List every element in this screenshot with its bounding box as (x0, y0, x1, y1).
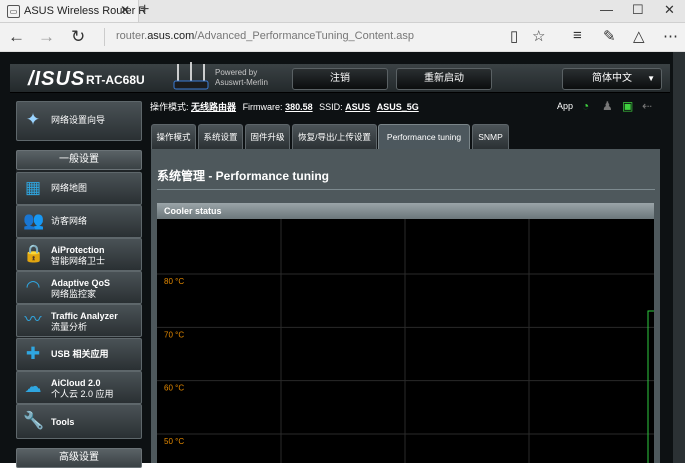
y-tick-label: 50 °C (164, 437, 184, 446)
url-field[interactable]: router.asus.com/Advanced_PerformanceTuni… (116, 30, 414, 42)
ssid-label: SSID: (319, 102, 343, 112)
back-arrow-icon[interactable]: ← (8, 27, 25, 47)
sidebar-item-aiprotection[interactable]: 🔒 AiProtection 智能网络卫士 (16, 238, 142, 271)
url-prefix: router. (116, 30, 148, 42)
chevron-down-icon: ▼ (647, 74, 655, 83)
sidebar-item-tools[interactable]: 🔧 Tools (16, 404, 142, 439)
sidebar-item-label: USB 相关应用 (51, 349, 109, 359)
cloud-icon: ☁ (24, 377, 42, 396)
share-icon[interactable]: △ (633, 27, 645, 45)
sidebar-item-label: AiCloud 2.0 (51, 378, 101, 388)
status-row: 操作模式: 无线路由器 Firmware: 380.58 SSID: ASUS … (150, 100, 423, 113)
clients-icon[interactable]: ♟ (602, 99, 613, 113)
router-favicon-icon: ▭ (7, 5, 20, 18)
sidebar-item-aicloud[interactable]: ☁ AiCloud 2.0 个人云 2.0 应用 (16, 371, 142, 404)
web-note-icon[interactable]: ✎ (603, 27, 616, 45)
refresh-icon[interactable]: ↻ (71, 27, 85, 47)
sidebar-item-sublabel: 个人云 2.0 应用 (51, 389, 114, 399)
sidebar-item-adaptive-qos[interactable]: ◠ Adaptive QoS 网络监控家 (16, 271, 142, 304)
general-settings-header: 一般设置 (16, 150, 142, 170)
quick-setup-button[interactable]: ✦ 网络设置向导 (16, 101, 142, 141)
router-icon (173, 62, 209, 90)
temperature-trace (647, 310, 654, 463)
puzzle-icon: ✚ (25, 344, 41, 363)
quick-setup-label: 网络设置向导 (51, 115, 106, 125)
app-link[interactable]: App (557, 101, 573, 111)
sidebar-item-label: Traffic Analyzer (51, 311, 118, 321)
firmware-value[interactable]: 380.58 (285, 102, 313, 112)
close-window-button[interactable]: ✕ (664, 2, 675, 18)
reboot-button[interactable]: 重新启动 (396, 68, 492, 90)
reading-view-icon[interactable]: ▯ (510, 27, 518, 45)
network-map-icon: ▦ (24, 178, 42, 197)
sidebar-item-label: AiProtection (51, 245, 105, 255)
tab-performance-tuning[interactable]: Performance tuning (378, 124, 470, 149)
tab-close-icon[interactable]: ✕ (120, 3, 130, 17)
tab-restore-save-upload[interactable]: 恢复/导出/上传设置 (292, 124, 377, 149)
sidebar-item-label: 网络地图 (51, 183, 88, 193)
wrench-icon: 🔧 (23, 411, 45, 430)
tab-operation-mode[interactable]: 操作模式 (151, 124, 196, 149)
powered-line2: Asuswrt-Merlin (215, 78, 268, 87)
y-tick-label: 70 °C (164, 330, 184, 339)
sidebar-item-usb[interactable]: ✚ USB 相关应用 (16, 338, 142, 371)
minimize-button[interactable]: — (600, 2, 613, 17)
sidebar-item-sublabel: 流量分析 (51, 322, 88, 332)
powered-by: Powered by Asuswrt-Merlin (215, 68, 268, 88)
router-model: RT-AC68U (86, 73, 145, 87)
firmware-label: Firmware: (242, 102, 283, 112)
powered-line1: Powered by (215, 68, 258, 77)
logout-button[interactable]: 注销 (292, 68, 388, 90)
sidebar-item-traffic-analyzer[interactable]: 〰 Traffic Analyzer 流量分析 (16, 304, 142, 337)
cooler-status-header: Cooler status (157, 203, 654, 219)
address-separator (104, 28, 105, 46)
sidebar-item-sublabel: 智能网络卫士 (51, 256, 106, 266)
sidebar-item-label: Tools (51, 417, 75, 427)
sidebar-item-network-map[interactable]: ▦ 网络地图 (16, 172, 142, 205)
traffic-chart-icon: 〰 (24, 310, 42, 329)
asus-logo: /ISUS (28, 68, 86, 90)
lock-icon: 🔒 (23, 244, 45, 263)
tab-system[interactable]: 系统设置 (198, 124, 243, 149)
y-tick-label: 80 °C (164, 277, 184, 286)
temperature-chart: 80 °C 70 °C 60 °C 50 °C (157, 219, 654, 463)
tab-snmp[interactable]: SNMP (472, 124, 509, 149)
mode-value[interactable]: 无线路由器 (191, 102, 236, 112)
hub-icon[interactable]: ≡ (573, 27, 582, 44)
y-tick-label: 60 °C (164, 384, 184, 393)
title-divider (157, 189, 655, 190)
more-icon[interactable]: ⋯ (663, 27, 678, 45)
ssid-2g[interactable]: ASUS (345, 102, 370, 112)
monitor-icon[interactable]: ▣ (622, 99, 633, 113)
url-domain: asus.com (147, 30, 195, 42)
usb-icon[interactable]: ⇠ (642, 99, 652, 113)
wifi-icon[interactable]: ◔ (582, 99, 589, 113)
sidebar-item-sublabel: 网络监控家 (51, 289, 97, 299)
temperature-chart-svg: 80 °C 70 °C 60 °C 50 °C (157, 219, 654, 463)
sidebar-item-label: Adaptive QoS (51, 278, 111, 288)
cooler-status-label: Cooler status (164, 206, 222, 216)
mode-label: 操作模式: (150, 102, 189, 112)
browser-tab[interactable]: ▭ ASUS Wireless Router R ✕ (0, 0, 146, 22)
gauge-icon: ◠ (25, 277, 41, 296)
page-title: 系统管理 - Performance tuning (157, 169, 330, 183)
sidebar-item-guest-network[interactable]: 👥 访客网络 (16, 205, 142, 238)
ssid-5g[interactable]: ASUS_5G (377, 102, 419, 112)
new-tab-button[interactable]: + (140, 1, 149, 19)
guest-network-icon: 👥 (23, 211, 45, 230)
advanced-settings-header: 高级设置 (16, 448, 142, 468)
wand-icon: ✦ (25, 110, 41, 129)
maximize-button[interactable]: ☐ (632, 2, 644, 18)
page-scrollbar[interactable] (673, 52, 685, 463)
forward-arrow-icon[interactable]: → (38, 27, 55, 47)
language-select[interactable]: 简体中文 ▼ (562, 68, 662, 90)
tab-firmware-upgrade[interactable]: 固件升级 (245, 124, 290, 149)
language-value: 简体中文 (592, 73, 632, 84)
sidebar-item-label: 访客网络 (51, 216, 88, 226)
url-path: /Advanced_PerformanceTuning_Content.asp (194, 30, 414, 42)
favorite-star-icon[interactable]: ☆ (532, 27, 545, 45)
